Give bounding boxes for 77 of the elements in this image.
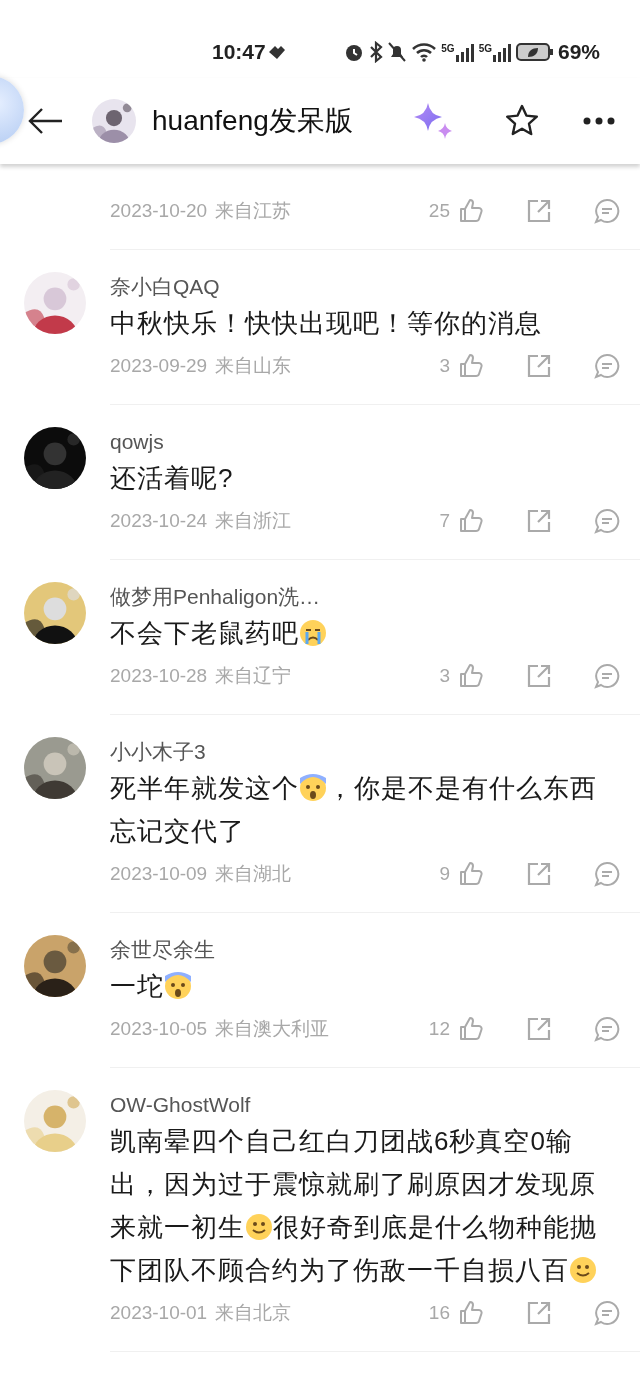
comment-text: 不会下老鼠药吧 [110,618,299,648]
commenter-name: 奈小白QAQ [110,274,221,300]
network-type-label: 5G [441,44,455,54]
thumbs-up-icon[interactable] [458,508,484,534]
comment-icon[interactable] [594,353,620,379]
comment-icon[interactable] [594,198,620,224]
share-icon[interactable] [526,1016,552,1042]
like-count: 3 [439,353,450,378]
bluetooth-icon [369,41,384,63]
thumbs-up-icon[interactable] [458,198,484,224]
battery-percent: 69% [557,39,600,66]
like-count: 9 [439,861,450,886]
share-icon[interactable] [526,198,552,224]
comment-location: 来自湖北 [215,861,292,886]
signal-icon [491,42,512,62]
commenter-name: 余世尽余生 [110,937,216,963]
comment-text: 中秋快乐！快快出现吧！等你的消息 [110,308,542,338]
thumbs-up-icon[interactable] [458,353,484,379]
comment-text: 很好奇到底是什么物种能抛 [273,1212,597,1242]
signal-icon [454,42,475,62]
comment-date: 2023-10-28 [110,663,208,688]
comment-location: 来自浙江 [215,508,292,533]
thumbs-up-icon[interactable] [458,1016,484,1042]
like-count: 7 [439,508,450,533]
share-icon[interactable] [526,508,552,534]
share-icon[interactable] [526,1300,552,1326]
more-icon[interactable] [582,116,616,126]
like-count: 3 [439,663,450,688]
emoji-icon [299,774,327,802]
thumbs-up-icon[interactable] [458,1300,484,1326]
comment-date: 2023-10-24 [110,508,208,533]
like-count: 25 [428,198,450,223]
emoji-icon [569,1256,597,1284]
share-icon[interactable] [526,353,552,379]
share-icon[interactable] [526,663,552,689]
emoji-icon [245,1213,273,1241]
comment-location: 来自澳大利亚 [215,1016,330,1041]
comment-date: 2023-10-20 [110,198,208,223]
comment-text: 凯南晕四个自己红白刀团战6秒真空0输 [110,1126,573,1156]
bell-muted-icon [387,41,408,63]
comment-date: 2023-10-05 [110,1016,208,1041]
commenter-name: qowjs [110,429,165,455]
emoji-icon [299,619,327,647]
comment-text: 出，因为过于震惊就刷了刷原因才发现原 [110,1169,596,1199]
comment-text: 下团队不顾合约为了伤敌一千自损八百 [110,1255,569,1285]
commenter-name: 小小木子3 [110,739,207,765]
thumbs-up-icon[interactable] [458,663,484,689]
thumbs-up-icon[interactable] [458,861,484,887]
emoji-icon [164,972,192,1000]
battery-icon [515,42,554,62]
comment-location: 来自北京 [215,1300,292,1325]
comment-text: 一坨 [110,971,164,1001]
like-count: 16 [428,1300,450,1325]
commenter-name: 做梦用Penhaligon洗… [110,584,322,610]
comment-icon[interactable] [594,508,620,534]
comment-icon[interactable] [594,663,620,689]
comment-icon[interactable] [594,1300,620,1326]
comment-date: 2023-10-09 [110,861,208,886]
commenter-name: OW-GhostWolf [110,1092,252,1118]
comment-date: 2023-09-29 [110,353,208,378]
comment-text: 来就一初生 [110,1212,245,1242]
page-title: huanfeng发呆版 [152,104,354,138]
comment-icon[interactable] [594,861,620,887]
like-count: 12 [428,1016,450,1041]
comment-location: 来自辽宁 [215,663,292,688]
comment-text: 还活着呢? [110,463,234,493]
comment-icon[interactable] [594,1016,620,1042]
clock-time: 10:47 [212,39,266,66]
share-icon[interactable] [526,861,552,887]
comment-text: ，你是不是有什么东西 [327,773,597,803]
comment-location: 来自江苏 [215,198,292,223]
comment-text: 死半年就发这个 [110,773,299,803]
comment-date: 2023-10-01 [110,1300,208,1325]
comment-text: 忘记交代了 [110,816,245,846]
wifi-icon [411,42,438,62]
network-type-label: 5G [478,44,492,54]
comment-location: 来自山东 [215,353,292,378]
